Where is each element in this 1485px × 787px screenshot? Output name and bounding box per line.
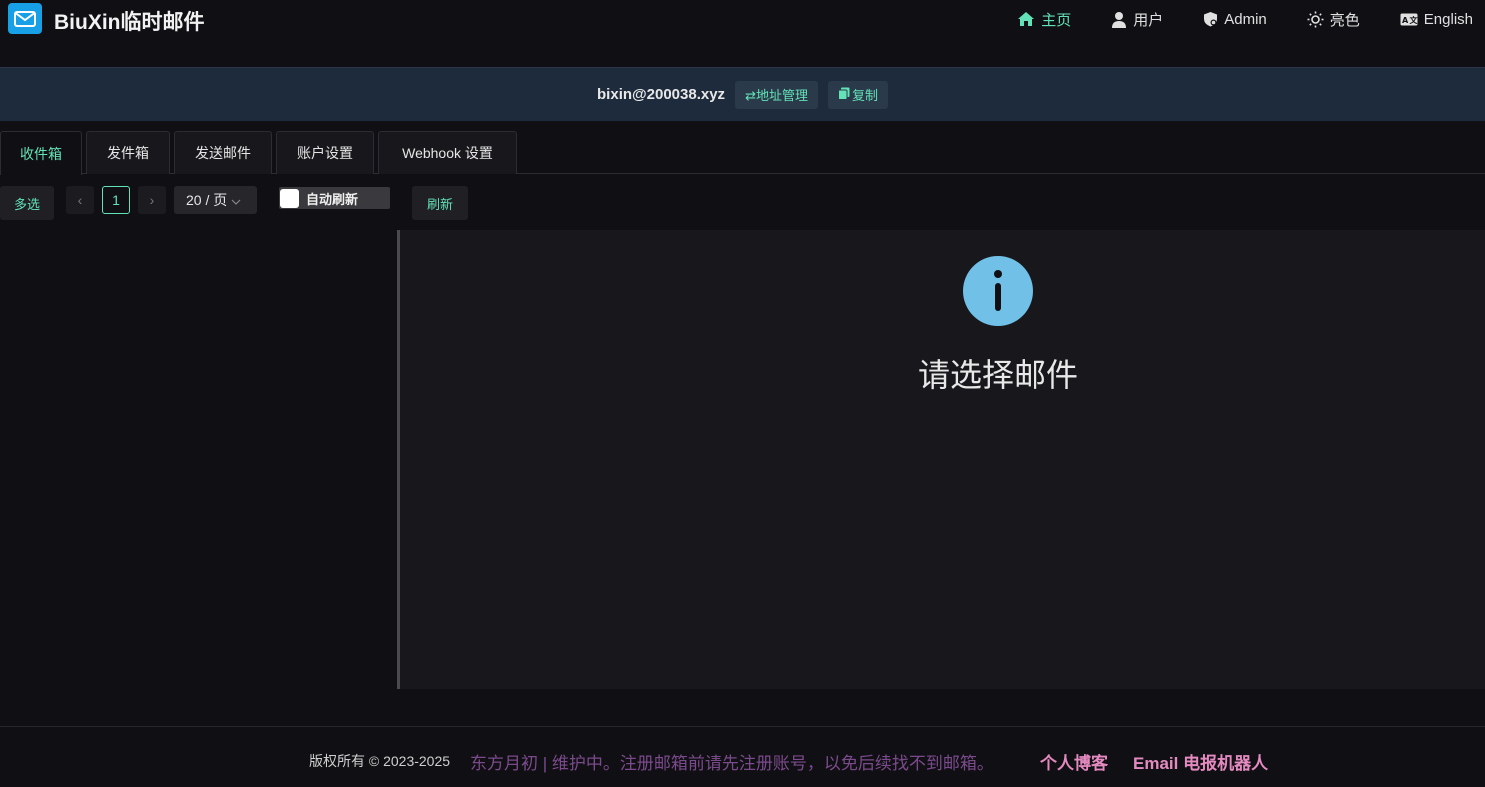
top-nav: 主页 用户 Admin 亮色 A文 English bbox=[977, 9, 1473, 29]
mail-logo-icon bbox=[8, 3, 42, 34]
page-footer: 版权所有 © 2023-2025 东方月初 | 维护中。注册邮箱前请先注册账号，… bbox=[0, 726, 1485, 787]
auto-refresh-checkbox[interactable] bbox=[280, 188, 299, 208]
svg-text:文: 文 bbox=[1409, 15, 1418, 25]
blog-link[interactable]: 个人博客 bbox=[1040, 749, 1108, 774]
empty-state-text: 请选择邮件 bbox=[917, 357, 1078, 393]
mail-detail-pane: 请选择邮件 bbox=[400, 230, 1485, 689]
nav-theme-label: 亮色 bbox=[1329, 11, 1360, 29]
tab-account-settings-label: 账户设置 bbox=[297, 145, 353, 161]
tab-inbox[interactable]: 收件箱 bbox=[0, 131, 82, 175]
nav-language-label: English bbox=[1423, 10, 1473, 28]
prev-page-button[interactable]: ‹ bbox=[66, 186, 94, 214]
tab-webhook-settings[interactable]: Webhook 设置 bbox=[378, 131, 517, 174]
next-page-button[interactable]: › bbox=[138, 186, 166, 214]
page-number-button[interactable]: 1 bbox=[102, 186, 130, 214]
chevron-right-icon: › bbox=[149, 192, 155, 208]
tab-send-mail[interactable]: 发送邮件 bbox=[174, 131, 272, 174]
shield-icon bbox=[1203, 11, 1218, 27]
tab-inbox-label: 收件箱 bbox=[20, 145, 62, 162]
nav-language[interactable]: A文 English bbox=[1400, 9, 1473, 29]
refresh-label: 刷新 bbox=[426, 196, 453, 212]
mail-list-pane bbox=[0, 230, 397, 689]
nav-user[interactable]: 用户 bbox=[1111, 9, 1163, 29]
tab-sent[interactable]: 发件箱 bbox=[86, 131, 170, 174]
app-header: BiuXin临时邮件 主页 用户 Admin 亮色 A 文 English bbox=[0, 0, 1485, 67]
tab-account-settings[interactable]: 账户设置 bbox=[276, 131, 374, 174]
telegram-bot-link[interactable]: Email 电报机器人 bbox=[1133, 749, 1268, 774]
language-icon: A文 bbox=[1400, 13, 1418, 26]
copy-address-button[interactable]: 复制 bbox=[827, 80, 888, 109]
nav-theme[interactable]: 亮色 bbox=[1307, 9, 1360, 29]
tab-webhook-settings-label: Webhook 设置 bbox=[402, 145, 493, 161]
address-bar: bixin@200038.xyz ⇄地址管理 复制 bbox=[0, 67, 1485, 121]
refresh-button[interactable]: 刷新 bbox=[412, 186, 468, 220]
address-manage-label: ⇄地址管理 bbox=[745, 88, 808, 103]
copy-icon bbox=[837, 87, 850, 103]
auto-refresh-label: 自动刷新 bbox=[306, 191, 359, 207]
copy-address-label: 复制 bbox=[851, 88, 878, 103]
user-icon bbox=[1111, 11, 1127, 28]
tab-sent-label: 发件箱 bbox=[107, 145, 149, 161]
nav-home[interactable]: 主页 bbox=[1017, 9, 1071, 29]
page-size-value: 20 / 页 bbox=[186, 192, 228, 208]
current-address: bixin@200038.xyz bbox=[597, 86, 726, 103]
chevron-left-icon: ‹ bbox=[77, 192, 83, 208]
copyright-text: 版权所有 © 2023-2025 bbox=[309, 753, 451, 769]
address-manage-button[interactable]: ⇄地址管理 bbox=[735, 80, 818, 109]
nav-home-label: 主页 bbox=[1041, 11, 1072, 29]
page-size-select[interactable]: 20 / 页 bbox=[174, 186, 257, 214]
inbox-toolbar: 多选 ‹ 1 › 20 / 页 自动刷新 刷新 bbox=[0, 185, 1485, 221]
info-icon bbox=[963, 256, 1033, 326]
nav-user-label: 用户 bbox=[1133, 11, 1164, 29]
auto-refresh-toggle[interactable]: 自动刷新 bbox=[279, 187, 390, 209]
page-number-label: 1 bbox=[112, 192, 120, 208]
chevron-down-icon bbox=[231, 192, 241, 208]
multi-select-label: 多选 bbox=[13, 196, 40, 212]
nav-admin-label: Admin bbox=[1224, 10, 1267, 28]
multi-select-button[interactable]: 多选 bbox=[0, 186, 54, 220]
sun-icon bbox=[1307, 11, 1324, 28]
home-icon bbox=[1017, 11, 1035, 27]
mail-tabs: 收件箱 发件箱 发送邮件 账户设置 Webhook 设置 bbox=[0, 131, 1485, 175]
nav-admin[interactable]: Admin bbox=[1203, 9, 1267, 29]
svg-text:A: A bbox=[1402, 16, 1409, 25]
app-title[interactable]: BiuXin临时邮件 bbox=[54, 6, 205, 36]
tab-send-mail-label: 发送邮件 bbox=[195, 145, 251, 161]
footer-notice: 东方月初 | 维护中。注册邮箱前请先注册账号，以免后续找不到邮箱。 bbox=[470, 754, 994, 773]
